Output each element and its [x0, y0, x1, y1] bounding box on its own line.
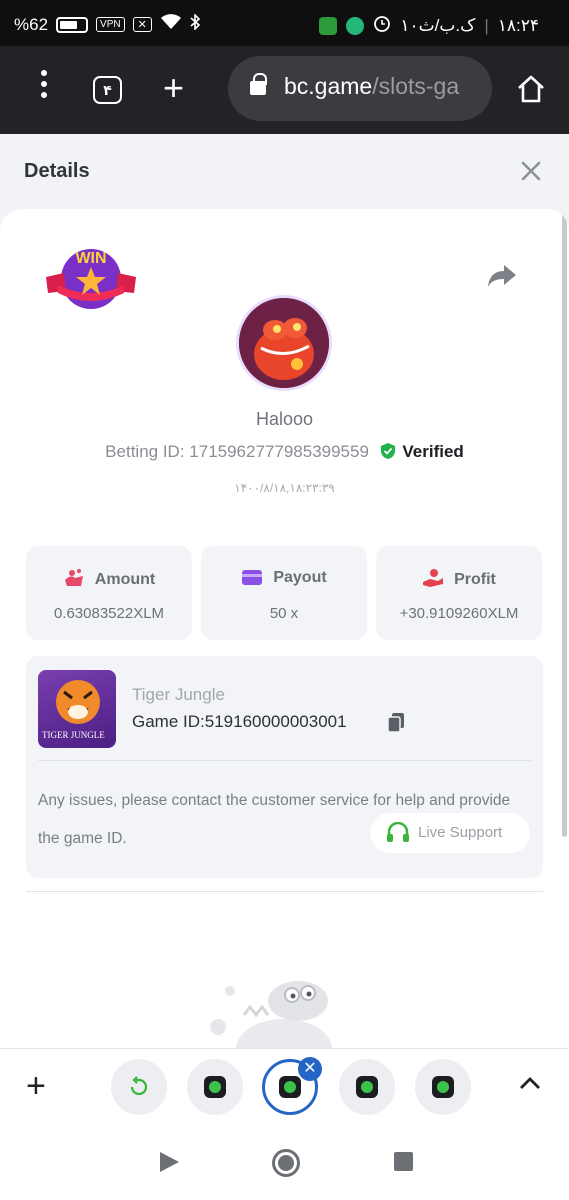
amount-value: 0.63083522XLM — [53, 605, 165, 622]
amount-stat: Amount 0.63083522XLM — [26, 546, 192, 640]
status-time: ۱۸:۲۴ — [497, 15, 539, 35]
alarm-icon — [373, 14, 391, 37]
share-icon[interactable] — [486, 263, 518, 289]
scrollbar[interactable] — [562, 209, 567, 837]
username: Halooo — [255, 409, 314, 429]
profit-label: Profit — [454, 571, 496, 588]
chevron-up-icon[interactable] — [518, 1075, 542, 1096]
profit-stat: Profit +30.9109260XLM — [376, 546, 542, 640]
vpn-icon: VPN — [96, 17, 125, 32]
refresh-app-icon — [130, 1076, 148, 1096]
system-nav-bar — [0, 1124, 569, 1200]
status-date: ۱۰ک.ب/ث — [400, 15, 476, 35]
profit-icon — [423, 569, 444, 587]
bcgame-icon — [356, 1076, 378, 1098]
copy-icon[interactable] — [386, 712, 406, 734]
bet-time: ۱۴۰۰/۸/۱۸,۱۸:۲۳:۳۹ — [234, 481, 335, 495]
payout-icon — [242, 570, 263, 585]
headset-icon — [387, 822, 409, 842]
modal-title: Details — [24, 160, 90, 182]
shield-app-icon — [346, 16, 365, 35]
betting-id-line: Betting ID: 1715962777985399559 Verified — [0, 442, 569, 462]
bcgame-icon — [204, 1076, 226, 1098]
live-support-label: Live Support — [418, 824, 503, 841]
battery-percent: %62 — [14, 14, 49, 34]
bcgame-icon — [279, 1076, 301, 1098]
amount-icon — [64, 569, 83, 586]
verified-shield-icon — [380, 443, 395, 459]
bluetooth-icon — [190, 13, 200, 35]
recent-apps-icon[interactable] — [394, 1152, 413, 1171]
payout-stat: Payout 50 x — [201, 546, 367, 640]
payout-label: Payout — [273, 569, 327, 586]
tab-thumbnail-5[interactable] — [415, 1059, 471, 1115]
battery-icon — [56, 16, 89, 33]
wifi-icon — [160, 14, 182, 35]
game-thumbnail[interactable]: TIGER JUNGLE — [38, 670, 116, 748]
home-nav-icon[interactable] — [272, 1149, 300, 1177]
tab-thumbnail-1[interactable] — [111, 1059, 167, 1115]
payout-value: 50 x — [269, 605, 299, 622]
svg-text:WIN: WIN — [75, 250, 106, 267]
win-badge-icon: WIN — [44, 241, 138, 313]
menu-icon[interactable] — [38, 70, 50, 106]
details-card: WIN Halooo Betting ID: 17159627779853995… — [0, 209, 569, 1069]
back-icon[interactable] — [160, 1152, 179, 1172]
profit-value: +30.9109260XLM — [399, 605, 519, 622]
address-bar[interactable]: bc.game/slots-ga — [228, 56, 492, 121]
new-tab-button[interactable]: + — [163, 68, 184, 108]
details-modal: Details WIN Halooo Betting ID: 171596277… — [0, 134, 569, 1069]
divider — [38, 760, 531, 761]
close-tab-icon[interactable]: ✕ — [298, 1057, 322, 1081]
amount-label: Amount — [94, 571, 156, 588]
game-id: Game ID:519160000003001 — [132, 712, 347, 731]
home-icon[interactable] — [516, 74, 546, 109]
add-tab-button[interactable]: + — [26, 1069, 46, 1103]
close-icon[interactable] — [520, 160, 542, 182]
avatar — [236, 295, 332, 391]
app-notification-icon — [319, 16, 338, 35]
sim-off-icon: ✕ — [132, 17, 152, 32]
tab-thumbnail-2[interactable] — [187, 1059, 243, 1115]
tab-switcher-button[interactable]: ۴ — [93, 76, 122, 104]
live-support-button[interactable]: Live Support — [370, 813, 530, 853]
game-info-box: TIGER JUNGLE Tiger Jungle Game ID:519160… — [26, 656, 543, 878]
lock-icon — [250, 73, 267, 95]
game-name[interactable]: Tiger Jungle — [132, 685, 225, 705]
betting-id-label: Betting ID: — [105, 442, 190, 461]
tab-thumbnail-4[interactable] — [339, 1059, 395, 1115]
browser-tab-bar: + ✕ — [0, 1048, 569, 1124]
url-text: bc.game/slots-ga — [284, 73, 460, 99]
betting-id: 1715962777985399559 — [189, 442, 369, 461]
svg-text:TIGER JUNGLE: TIGER JUNGLE — [42, 730, 105, 740]
status-bar: %62 VPN ✕ ۱۰ک.ب/ث | ۱۸:۲۴ — [0, 0, 569, 46]
section-divider — [26, 891, 543, 892]
bcgame-icon — [432, 1076, 454, 1098]
browser-toolbar: ۴ + bc.game/slots-ga — [0, 46, 569, 134]
verified-label: Verified — [402, 442, 464, 461]
